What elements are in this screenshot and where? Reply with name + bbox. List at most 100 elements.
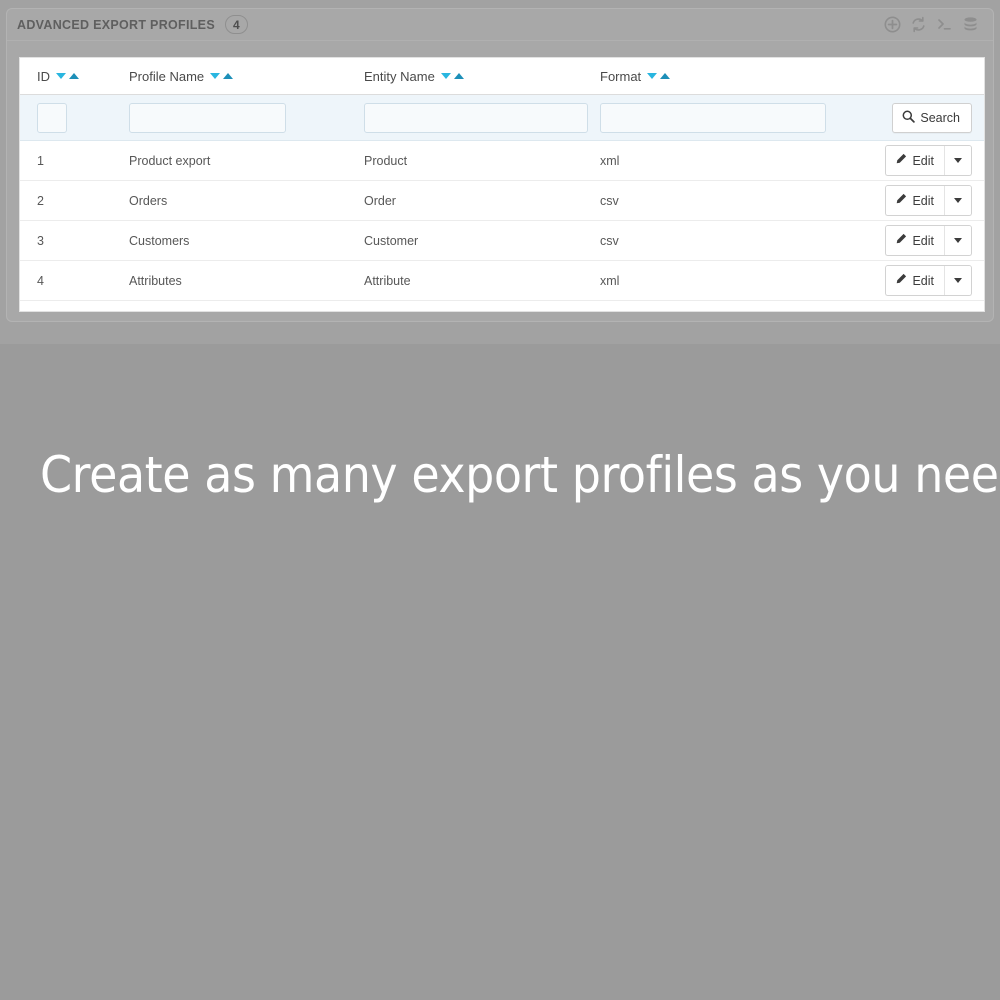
pencil-icon: [895, 153, 907, 168]
sort-arrows-profile-name: [210, 73, 233, 79]
column-header-actions: [872, 58, 985, 95]
cell-id-value: 1: [20, 154, 112, 168]
sort-asc-icon[interactable]: [454, 73, 464, 79]
table-filter-section: Search: [20, 95, 985, 141]
cell-format: xml: [600, 261, 872, 301]
cell-entity-name: Order: [362, 181, 600, 221]
column-header-id[interactable]: ID: [20, 58, 112, 95]
edit-button-group: Edit: [885, 185, 972, 216]
export-profiles-panel: ADVANCED EXPORT PROFILES 4: [6, 8, 994, 322]
panel-header-actions: [879, 13, 983, 37]
sort-asc-icon[interactable]: [223, 73, 233, 79]
edit-button-label: Edit: [912, 274, 934, 288]
sort-desc-icon[interactable]: [56, 73, 66, 79]
edit-dropdown-toggle[interactable]: [944, 186, 971, 215]
cell-actions: Edit: [872, 141, 985, 181]
sort-desc-icon[interactable]: [647, 73, 657, 79]
pencil-icon: [895, 193, 907, 208]
chevron-down-icon: [954, 158, 962, 163]
filter-cell-actions: Search: [872, 95, 985, 141]
column-header-id-label: ID: [37, 69, 50, 84]
column-header-format-label: Format: [600, 69, 641, 84]
cell-actions: Edit: [872, 181, 985, 221]
profiles-count-badge: 4: [225, 15, 248, 34]
cell-entity-name-value: Product: [362, 154, 600, 168]
filter-input-entity-name[interactable]: [364, 103, 588, 133]
refresh-icon[interactable]: [905, 13, 931, 37]
edit-button-label: Edit: [912, 234, 934, 248]
profiles-table: ID Profile Name: [20, 58, 985, 301]
table-row[interactable]: 3 Customers Customer csv: [20, 221, 985, 261]
edit-button[interactable]: Edit: [886, 186, 944, 215]
column-header-profile-name-label: Profile Name: [129, 69, 204, 84]
cell-id-value: 3: [20, 234, 112, 248]
sort-arrows-entity-name: [441, 73, 464, 79]
cell-profile-name: Product export: [112, 141, 362, 181]
cell-format: csv: [600, 181, 872, 221]
table-row[interactable]: 4 Attributes Attribute xml: [20, 261, 985, 301]
cell-format: xml: [600, 141, 872, 181]
cell-actions: Edit: [872, 261, 985, 301]
table-header: ID Profile Name: [20, 58, 985, 95]
cell-entity-name: Product: [362, 141, 600, 181]
chevron-down-icon: [954, 238, 962, 243]
chevron-down-icon: [954, 278, 962, 283]
sort-asc-icon[interactable]: [660, 73, 670, 79]
cell-profile-name-value: Customers: [112, 234, 362, 248]
edit-dropdown-toggle[interactable]: [944, 226, 971, 255]
cell-profile-name-value: Product export: [112, 154, 362, 168]
cell-entity-name-value: Customer: [362, 234, 600, 248]
sort-asc-icon[interactable]: [69, 73, 79, 79]
column-header-entity-name[interactable]: Entity Name: [362, 58, 600, 95]
sort-desc-icon[interactable]: [210, 73, 220, 79]
terminal-icon[interactable]: [931, 13, 957, 37]
profiles-table-card: ID Profile Name: [19, 57, 985, 312]
edit-button-group: Edit: [885, 145, 972, 176]
table-header-row: ID Profile Name: [20, 58, 985, 95]
cell-profile-name: Orders: [112, 181, 362, 221]
cell-profile-name: Attributes: [112, 261, 362, 301]
search-button[interactable]: Search: [892, 103, 972, 133]
cell-profile-name-value: Orders: [112, 194, 362, 208]
cell-format-value: csv: [600, 194, 872, 208]
cell-format-value: xml: [600, 154, 872, 168]
database-icon[interactable]: [957, 13, 983, 37]
edit-button[interactable]: Edit: [886, 226, 944, 255]
edit-button-label: Edit: [912, 194, 934, 208]
edit-dropdown-toggle[interactable]: [944, 146, 971, 175]
filter-cell-profile-name: [112, 95, 362, 141]
sort-arrows-format: [647, 73, 670, 79]
edit-dropdown-toggle[interactable]: [944, 266, 971, 295]
table-row[interactable]: 2 Orders Order csv: [20, 181, 985, 221]
filter-cell-format: [600, 95, 872, 141]
cell-format: csv: [600, 221, 872, 261]
add-icon[interactable]: [879, 13, 905, 37]
table-body: 1 Product export Product xml: [20, 141, 985, 301]
table-row[interactable]: 1 Product export Product xml: [20, 141, 985, 181]
sort-arrows-id: [56, 73, 79, 79]
cell-id: 1: [20, 141, 112, 181]
filter-cell-id: [20, 95, 112, 141]
filter-input-profile-name[interactable]: [129, 103, 286, 133]
cell-profile-name-value: Attributes: [112, 274, 362, 288]
edit-button-group: Edit: [885, 225, 972, 256]
cell-entity-name-value: Attribute: [362, 274, 600, 288]
column-header-format[interactable]: Format: [600, 58, 872, 95]
column-header-entity-name-label: Entity Name: [364, 69, 435, 84]
cell-id-value: 4: [20, 274, 112, 288]
cell-entity-name: Attribute: [362, 261, 600, 301]
cell-id: 2: [20, 181, 112, 221]
sort-desc-icon[interactable]: [441, 73, 451, 79]
cell-format-value: csv: [600, 234, 872, 248]
filter-input-format[interactable]: [600, 103, 826, 133]
column-header-profile-name[interactable]: Profile Name: [112, 58, 362, 95]
edit-button[interactable]: Edit: [886, 146, 944, 175]
edit-button[interactable]: Edit: [886, 266, 944, 295]
pencil-icon: [895, 273, 907, 288]
filter-cell-entity-name: [362, 95, 600, 141]
search-icon: [902, 110, 915, 126]
pencil-icon: [895, 233, 907, 248]
page-title: ADVANCED EXPORT PROFILES: [17, 18, 215, 32]
search-button-label: Search: [920, 111, 960, 125]
filter-input-id[interactable]: [37, 103, 67, 133]
